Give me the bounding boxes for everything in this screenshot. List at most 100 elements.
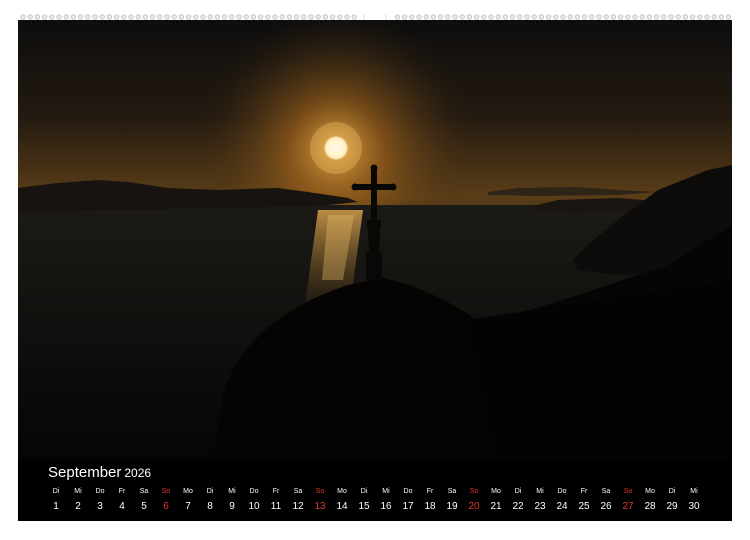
binding-hole: [193, 14, 199, 20]
binding-hole: [286, 14, 293, 20]
day-number: 9: [229, 501, 235, 512]
binding-hole: [524, 14, 530, 20]
binding-hole: [531, 14, 537, 20]
calendar-page: September 2026 Di Mi Do Fr Sa So Mo Di Mi Do Fr Sa So…: [18, 20, 732, 521]
weekday-label: Di: [360, 488, 368, 495]
binding-hole: [574, 14, 581, 20]
binding-hole: [121, 14, 127, 20]
binding-hole: [258, 14, 264, 20]
binding-hole: [697, 14, 703, 20]
binding-hole: [171, 14, 177, 20]
day-number: 25: [578, 501, 590, 512]
binding-hole: [322, 14, 329, 20]
binding-hole: [668, 14, 674, 20]
weekday-label: Sa: [293, 488, 303, 495]
day-number: 24: [556, 501, 568, 512]
binding-hole: [142, 14, 148, 20]
day-number: 30: [688, 501, 700, 512]
binding-hole: [344, 14, 350, 20]
month-title: September 2026: [48, 464, 151, 481]
weekday-label: Sa: [447, 488, 457, 495]
weekday-label: Mo: [491, 488, 501, 495]
day-number: 29: [666, 501, 678, 512]
weekday-label: Fr: [118, 488, 126, 495]
day-number: 26: [600, 501, 612, 512]
binding-hole: [272, 14, 278, 20]
day-number: 18: [424, 501, 436, 512]
day-number: 27: [622, 501, 634, 512]
binding-hole: [725, 14, 732, 20]
binding-hole: [603, 14, 609, 20]
binding-hole: [445, 14, 451, 20]
binding-hole: [545, 14, 552, 20]
day-number: 22: [512, 501, 524, 512]
weekday-label: Do: [557, 488, 567, 495]
day-number: 4: [119, 501, 125, 512]
weekday-label: Mo: [645, 488, 655, 495]
binding-hole: [617, 14, 624, 20]
binding-hole: [589, 14, 595, 20]
weekday-label: Fr: [272, 488, 280, 495]
day-number: 23: [534, 501, 546, 512]
weekday-label: Mi: [690, 488, 698, 495]
day-number: 13: [314, 501, 326, 512]
binding-hole: [85, 14, 91, 20]
binding-hole: [452, 14, 458, 20]
binding-hole: [560, 14, 566, 20]
binding-hole: [459, 14, 465, 20]
binding-hole: [157, 14, 163, 20]
weekday-label: Mi: [382, 488, 390, 495]
month-name: September: [48, 464, 122, 481]
binding-hole: [351, 14, 357, 20]
binding-hole: [20, 14, 26, 20]
day-number: 10: [248, 501, 260, 512]
binding-hole: [474, 14, 480, 20]
binding-hole: [610, 14, 617, 20]
binding-hole: [502, 14, 509, 20]
binding-hole: [128, 14, 134, 20]
weekday-label: Di: [668, 488, 676, 495]
day-number: 7: [185, 501, 191, 512]
sunset-photo: [18, 20, 732, 460]
weekday-label: Mo: [183, 488, 193, 495]
binding-hole: [27, 14, 33, 20]
binding-hole: [517, 14, 523, 20]
binding-hole: [653, 14, 660, 20]
day-number: 2: [75, 501, 81, 512]
day-number: 5: [141, 501, 147, 512]
binding-hole: [243, 14, 249, 20]
weekday-label: So: [315, 488, 325, 495]
day-grid: Di Mi Do Fr Sa So Mo Di Mi Do Fr Sa So Mo Di Mi Do Fr Sa So…: [45, 485, 705, 515]
binding-hole: [416, 14, 422, 20]
binding-hole: [481, 14, 487, 20]
binding-hole: [682, 14, 689, 20]
binding-hole: [186, 14, 192, 20]
binding-hole: [70, 14, 77, 20]
weekday-label: Di: [206, 488, 214, 495]
binding-hole: [711, 14, 717, 20]
binding-hole: [567, 14, 573, 20]
binding-hole: [646, 14, 653, 20]
binding-hole: [409, 14, 415, 20]
binding-hole: [538, 14, 545, 20]
weekday-label: Di: [514, 488, 522, 495]
weekday-label: Mi: [228, 488, 236, 495]
day-number: 28: [644, 501, 656, 512]
weekday-label: Fr: [580, 488, 588, 495]
weekday-label: Mi: [536, 488, 544, 495]
weekday-label: Sa: [139, 488, 149, 495]
binding-hole: [581, 14, 588, 20]
weekday-label: So: [623, 488, 633, 495]
day-number: 11: [270, 501, 282, 512]
binding-hole: [718, 14, 725, 20]
binding-hole: [265, 14, 271, 20]
binding-hole: [49, 14, 55, 20]
binding-hole: [77, 14, 84, 20]
day-number: 8: [207, 501, 213, 512]
binding-hole: [214, 14, 220, 20]
binding-hole: [438, 14, 444, 20]
binding-hole: [394, 14, 401, 20]
day-number: 19: [446, 501, 458, 512]
binding-hole: [34, 14, 41, 20]
binding-hole: [99, 14, 105, 20]
